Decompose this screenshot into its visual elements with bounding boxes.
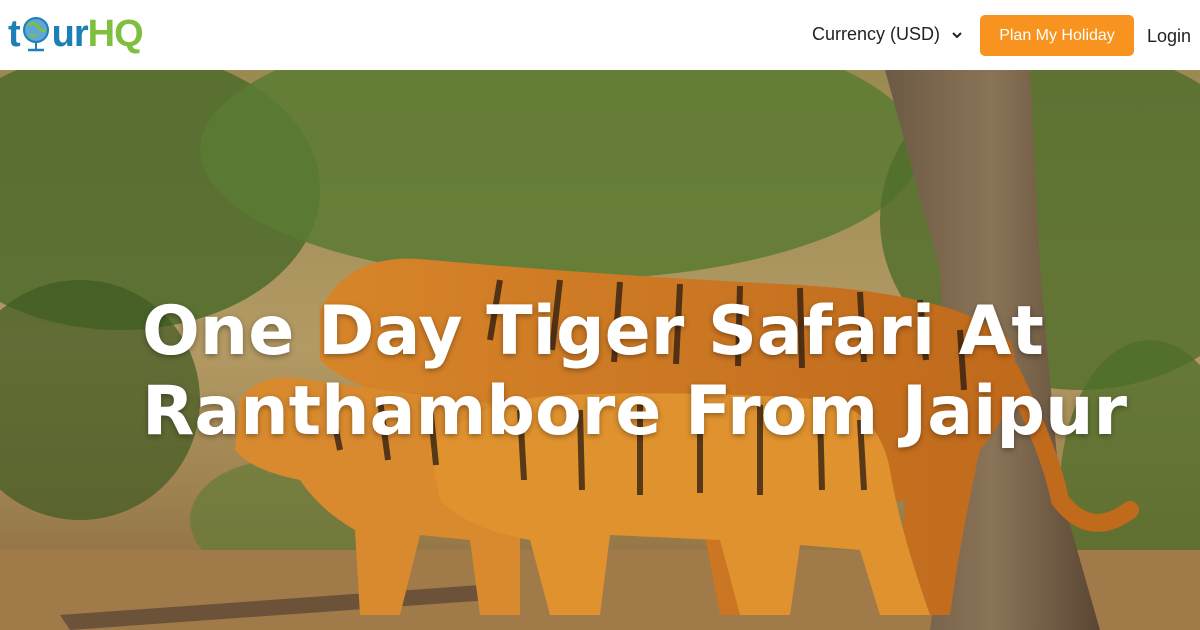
plan-my-holiday-button[interactable]: Plan My Holiday [980, 15, 1134, 56]
currency-selector[interactable]: Currency (USD) [812, 24, 964, 45]
globe-icon [21, 11, 51, 57]
chevron-down-icon [952, 31, 962, 38]
logo-text-ur: ur [51, 12, 89, 55]
site-header: t ur HQ Currency (USD) Plan My Holiday L… [0, 0, 1200, 70]
logo-text-hq: HQ [87, 12, 144, 55]
tourhq-logo[interactable]: t ur HQ [8, 10, 144, 58]
currency-label: Currency (USD) [812, 24, 941, 44]
logo-text-t: t [8, 12, 21, 55]
login-link[interactable]: Login [1147, 26, 1191, 47]
hero-title-line2: Ranthambore From Jaipur [142, 372, 1128, 451]
hero-banner: One Day Tiger Safari At Ranthambore From… [0, 70, 1200, 630]
hero-title: One Day Tiger Safari At Ranthambore From… [142, 292, 1142, 452]
hero-title-line1: One Day Tiger Safari At [142, 292, 1044, 371]
